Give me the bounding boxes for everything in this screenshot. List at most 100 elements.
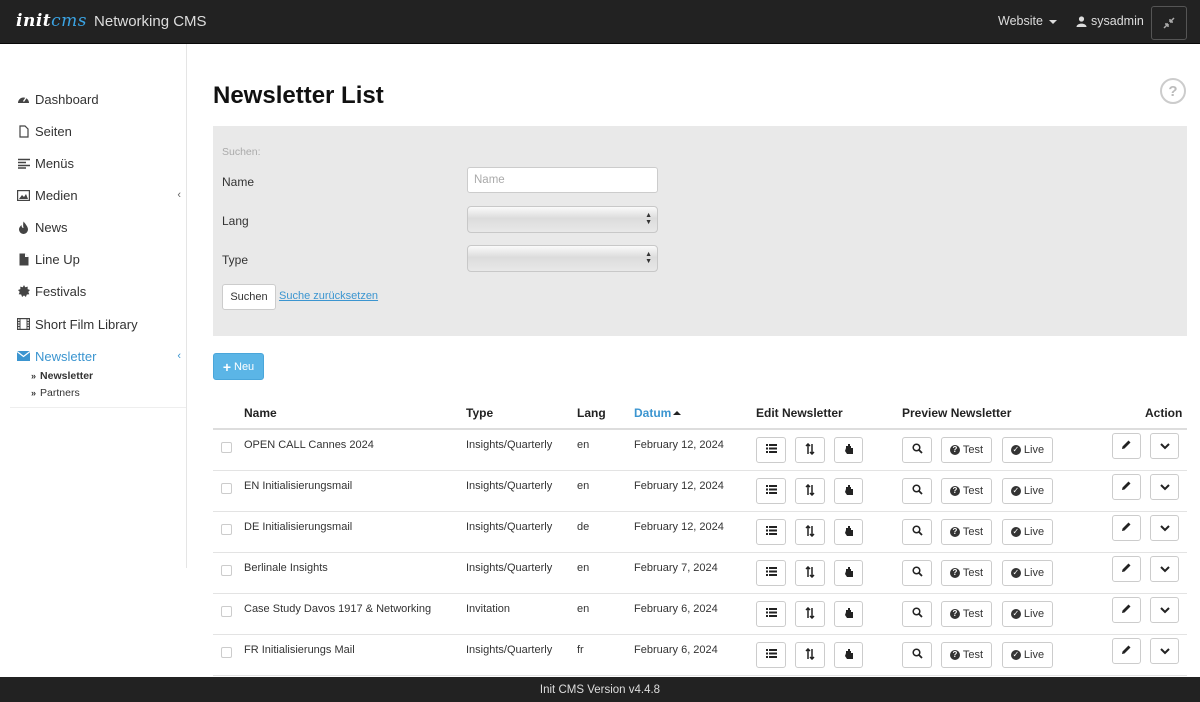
sidebar-item-line-up[interactable]: Line Up	[17, 249, 185, 269]
edit-pencil-button[interactable]	[1112, 433, 1141, 459]
reorder-button[interactable]	[795, 519, 825, 545]
hand-icon	[844, 607, 854, 622]
more-actions-button[interactable]	[1150, 474, 1179, 500]
reorder-button[interactable]	[795, 642, 825, 668]
name-filter-input[interactable]	[467, 167, 658, 193]
preview-button[interactable]	[902, 478, 932, 504]
envelope-icon	[17, 351, 30, 361]
row-select-checkbox[interactable]	[221, 606, 232, 617]
sidebar-item-menus[interactable]: Menüs	[17, 153, 185, 173]
row-select-checkbox[interactable]	[221, 524, 232, 535]
reorder-button[interactable]	[795, 437, 825, 463]
reorder-button[interactable]	[795, 478, 825, 504]
send-test-button[interactable]: ? Test	[941, 642, 992, 668]
sidebar-item-news[interactable]: News	[17, 217, 185, 237]
preview-button[interactable]	[902, 601, 932, 627]
column-header-name[interactable]: Name	[244, 406, 277, 420]
edit-pencil-button[interactable]	[1112, 638, 1141, 664]
edit-recipients-button[interactable]	[834, 437, 863, 463]
send-test-button[interactable]: ? Test	[941, 560, 992, 586]
edit-pencil-button[interactable]	[1112, 515, 1141, 541]
edit-pencil-button[interactable]	[1112, 474, 1141, 500]
search-icon	[911, 648, 923, 662]
newsletter-type: Insights/Quarterly	[466, 480, 553, 492]
more-actions-button[interactable]	[1150, 597, 1179, 623]
edit-content-button[interactable]	[756, 437, 786, 463]
edit-recipients-button[interactable]	[834, 560, 863, 586]
row-select-checkbox[interactable]	[221, 442, 232, 453]
test-label: Test	[962, 567, 984, 579]
edit-recipients-button[interactable]	[834, 478, 863, 504]
preview-button[interactable]	[902, 437, 932, 463]
edit-content-button[interactable]	[756, 601, 786, 627]
edit-recipients-button[interactable]	[834, 642, 863, 668]
column-header-date[interactable]: Datum	[634, 406, 682, 420]
edit-content-button[interactable]	[756, 478, 786, 504]
column-header-type[interactable]: Type	[466, 406, 493, 420]
edit-recipients-button[interactable]	[834, 519, 863, 545]
preview-button[interactable]	[902, 560, 932, 586]
send-test-button[interactable]: ? Test	[941, 437, 992, 463]
send-live-button[interactable]: ✓ Live	[1002, 478, 1053, 504]
column-header-lang[interactable]: Lang	[577, 406, 606, 420]
help-button[interactable]: ?	[1160, 78, 1186, 104]
newsletter-name[interactable]: Case Study Davos 1917 & Networking	[244, 603, 431, 615]
newsletter-name[interactable]: DE Initialisierungsmail	[244, 521, 352, 533]
sidebar-item-short-film-library[interactable]: Short Film Library	[17, 314, 185, 334]
edit-content-button[interactable]	[756, 519, 786, 545]
user-menu[interactable]: sysadmin	[1076, 14, 1144, 28]
reorder-button[interactable]	[795, 560, 825, 586]
edit-content-button[interactable]	[756, 642, 786, 668]
sidebar-subitem-partners[interactable]: » Partners	[31, 387, 80, 399]
sidebar-item-medien[interactable]: Medien ‹	[17, 185, 185, 205]
send-test-button[interactable]: ? Test	[941, 519, 992, 545]
send-live-button[interactable]: ✓ Live	[1002, 519, 1053, 545]
reorder-button[interactable]	[795, 601, 825, 627]
newsletter-name[interactable]: OPEN CALL Cannes 2024	[244, 439, 374, 451]
edit-recipients-button[interactable]	[834, 601, 863, 627]
edit-pencil-button[interactable]	[1112, 597, 1141, 623]
preview-button[interactable]	[902, 519, 932, 545]
newsletter-name[interactable]: EN Initialisierungsmail	[244, 480, 352, 492]
brand-subtitle: Networking CMS	[94, 13, 207, 30]
newsletter-name[interactable]: FR Initialisierungs Mail	[244, 644, 355, 656]
row-select-checkbox[interactable]	[221, 647, 232, 658]
search-button[interactable]: Suchen	[222, 284, 276, 310]
sidebar-item-newsletter[interactable]: Newsletter ‹	[17, 346, 185, 366]
lang-filter-select[interactable]: ▲ ▼	[467, 206, 658, 233]
more-actions-button[interactable]	[1150, 433, 1179, 459]
collapse-toggle-button[interactable]	[1151, 6, 1187, 40]
row-select-checkbox[interactable]	[221, 483, 232, 494]
newsletter-name[interactable]: Berlinale Insights	[244, 562, 328, 574]
send-live-button[interactable]: ✓ Live	[1002, 560, 1053, 586]
sidebar-subitem-newsletter[interactable]: » Newsletter	[31, 370, 93, 382]
new-newsletter-button[interactable]: + Neu	[213, 353, 264, 380]
sidebar-item-seiten[interactable]: Seiten	[17, 121, 185, 141]
type-filter-select[interactable]: ▲ ▼	[467, 245, 658, 272]
reset-search-link[interactable]: Suche zurücksetzen	[279, 290, 378, 302]
newsletter-date: February 6, 2024	[634, 603, 718, 615]
newsletter-type: Insights/Quarterly	[466, 439, 553, 451]
send-live-button[interactable]: ✓ Live	[1002, 437, 1053, 463]
send-test-button[interactable]: ? Test	[941, 478, 992, 504]
more-actions-button[interactable]	[1150, 638, 1179, 664]
edit-content-button[interactable]	[756, 560, 786, 586]
sidebar-item-dashboard[interactable]: Dashboard	[17, 89, 185, 109]
brand[interactable]: initcms Networking CMS	[16, 11, 207, 31]
table-row: FR Initialisierungs Mail Insights/Quarter…	[213, 635, 1187, 676]
sidebar-item-festivals[interactable]: Festivals	[17, 281, 185, 301]
more-actions-button[interactable]	[1150, 556, 1179, 582]
row-select-checkbox[interactable]	[221, 565, 232, 576]
send-test-button[interactable]: ? Test	[941, 601, 992, 627]
table-row: DE Initialisierungsmail Insights/Quarterl…	[213, 512, 1187, 553]
chevron-down-icon	[1159, 562, 1170, 576]
sort-arrows-icon	[805, 565, 815, 581]
sort-arrows-icon	[805, 442, 815, 458]
edit-pencil-button[interactable]	[1112, 556, 1141, 582]
preview-button[interactable]	[902, 642, 932, 668]
website-menu[interactable]: Website	[998, 14, 1057, 28]
send-live-button[interactable]: ✓ Live	[1002, 601, 1053, 627]
more-actions-button[interactable]	[1150, 515, 1179, 541]
question-circle-icon: ?	[949, 527, 960, 537]
send-live-button[interactable]: ✓ Live	[1002, 642, 1053, 668]
